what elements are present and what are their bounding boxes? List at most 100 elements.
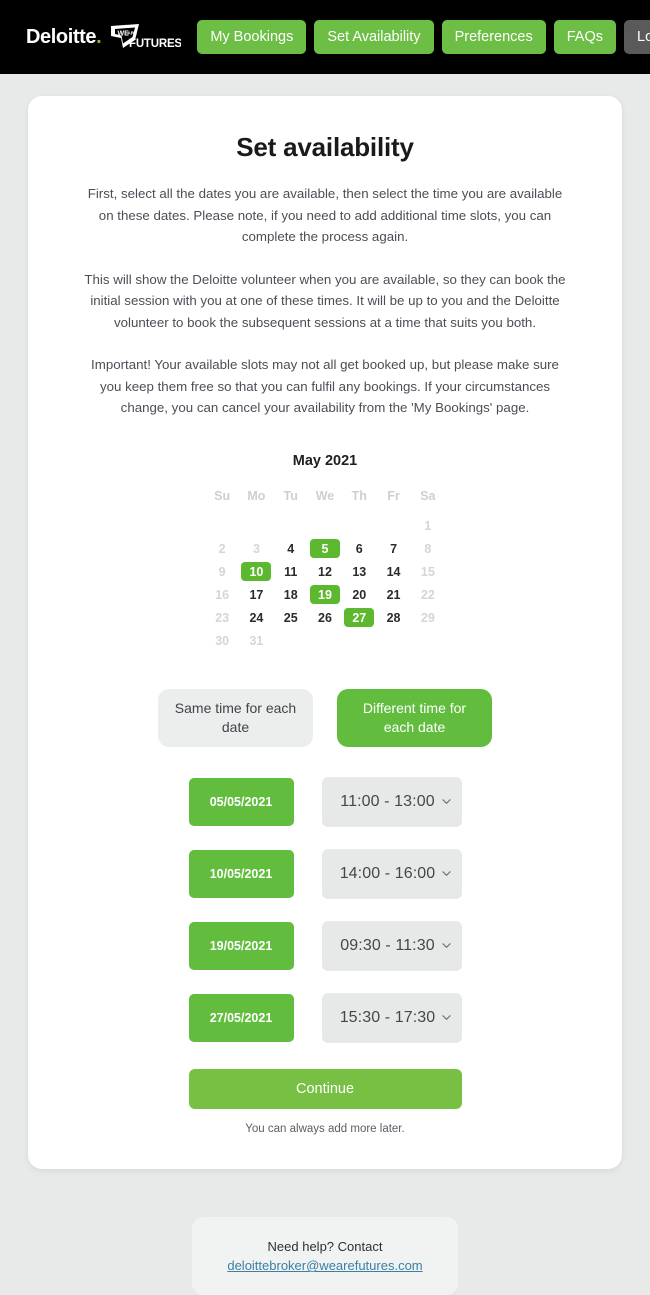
- calendar-day-label: 6: [355, 541, 363, 556]
- slot-time-value: 11:00 - 13:00: [340, 792, 435, 810]
- calendar-day-empty: [274, 631, 308, 651]
- calendar-day-cell[interactable]: 21: [376, 585, 410, 605]
- calendar-day-label: 1: [424, 518, 432, 533]
- calendar-day-cell[interactable]: 17: [239, 585, 273, 605]
- calendar-day-cell[interactable]: 29: [411, 608, 445, 628]
- continue-button[interactable]: Continue: [188, 1068, 462, 1109]
- support-email-link[interactable]: deloittebroker@wearefutures.com: [227, 1258, 422, 1273]
- weekday-header-su: Su: [214, 488, 231, 503]
- calendar-day-empty: [239, 516, 273, 536]
- calendar-day-label: 2: [218, 541, 226, 556]
- calendar-day-label: 20: [352, 587, 367, 602]
- nav-set-availability[interactable]: Set Availability: [314, 19, 434, 55]
- calendar-day-label: 5: [309, 539, 340, 559]
- calendar-day-label: 12: [318, 564, 332, 579]
- calendar-day-cell[interactable]: 26: [308, 608, 342, 628]
- slot-time-value: 09:30 - 11:30: [340, 936, 435, 954]
- calendar-day-cell[interactable]: 11: [274, 562, 308, 582]
- slot-time-value: 14:00 - 16:00: [339, 864, 436, 882]
- slot-date-chip[interactable]: 10/05/2021: [188, 849, 294, 898]
- calendar-day-cell[interactable]: 20: [342, 585, 376, 605]
- slot-date-chip[interactable]: 19/05/2021: [188, 921, 294, 970]
- calendar-day-cell[interactable]: 9: [205, 562, 239, 582]
- slot-time-value: 15:30 - 17:30: [339, 1008, 436, 1026]
- nav-my-bookings[interactable]: My Bookings: [197, 19, 307, 55]
- calendar-day-cell[interactable]: 18: [274, 585, 308, 605]
- calendar-day-label: 4: [287, 541, 295, 556]
- calendar-day-label: 29: [420, 610, 435, 625]
- calendar-day-cell[interactable]: 1: [411, 516, 445, 536]
- nav-preferences[interactable]: Preferences: [441, 19, 546, 55]
- calendar-day-cell[interactable]: 28: [376, 608, 410, 628]
- chevron-down-icon: [441, 941, 451, 950]
- nav-faqs[interactable]: FAQs: [553, 19, 617, 55]
- availability-slot-list: 05/05/2021 11:00 - 13:00 10/05/2021 14:0…: [58, 776, 592, 1043]
- slot-time-select[interactable]: 15:30 - 17:30: [321, 992, 462, 1043]
- calendar-day-cell[interactable]: 13: [342, 562, 376, 582]
- calendar-day-empty: [342, 631, 376, 651]
- weekday-header-fr: Fr: [387, 488, 400, 503]
- calendar-day-cell[interactable]: 3: [239, 539, 273, 559]
- calendar-day-cell[interactable]: 14: [376, 562, 410, 582]
- calendar-day-empty: [376, 516, 410, 536]
- slot-time-select[interactable]: 14:00 - 16:00: [321, 848, 462, 899]
- slot-time-select[interactable]: 11:00 - 13:00: [321, 776, 462, 827]
- calendar-day-cell[interactable]: 4: [274, 539, 308, 559]
- calendar-day-label: 27: [344, 608, 375, 628]
- calendar-day-cell[interactable]: 16: [205, 585, 239, 605]
- nav-links: My Bookings Set Availability Preferences…: [197, 19, 650, 55]
- time-mode-toggle-group: Same time for each date Different time f…: [58, 688, 592, 747]
- calendar-day-cell[interactable]: 30: [205, 631, 239, 651]
- calendar-day-label: 3: [252, 541, 260, 556]
- slot-row: 27/05/2021 15:30 - 17:30: [58, 992, 592, 1043]
- intro-text-block: First, select all the dates you are avai…: [58, 183, 592, 419]
- calendar-day-cell[interactable]: 7: [376, 539, 410, 559]
- calendar-day-cell[interactable]: 19: [308, 585, 342, 605]
- deloitte-wordmark: Deloitte.: [26, 26, 102, 48]
- calendar-day-label: 22: [420, 587, 435, 602]
- calendar-day-label: [310, 631, 340, 650]
- weekday-header-sa: Sa: [420, 488, 436, 503]
- deloitte-name: Deloitte: [26, 26, 97, 48]
- nav-logout[interactable]: Logout: [624, 19, 650, 55]
- calendar-day-cell[interactable]: 31: [239, 631, 273, 651]
- calendar-day-label: 23: [215, 610, 230, 625]
- calendar-day-label: 14: [386, 564, 401, 579]
- slot-date-chip[interactable]: 27/05/2021: [188, 993, 294, 1042]
- calendar-day-empty: [308, 631, 342, 651]
- same-time-for-each-date-button[interactable]: Same time for each date: [158, 688, 313, 747]
- calendar-day-cell[interactable]: 15: [411, 562, 445, 582]
- slot-row: 05/05/2021 11:00 - 13:00: [58, 776, 592, 827]
- calendar-day-cell[interactable]: 8: [411, 539, 445, 559]
- calendar-day-label: 24: [249, 610, 264, 625]
- calendar-day-label: [310, 516, 340, 535]
- calendar-day-cell[interactable]: 24: [239, 608, 273, 628]
- help-prompt-text: Need help? Contact: [267, 1238, 383, 1254]
- availability-calendar: May 2021 Su Mo Tu We Th Fr Sa 1234567891…: [205, 453, 445, 651]
- slot-date-chip[interactable]: 05/05/2021: [188, 777, 294, 826]
- top-navigation-bar: Deloitte. WE ARE FUTURES My Bookings Set…: [0, 0, 650, 74]
- calendar-day-cell[interactable]: 5: [308, 539, 342, 559]
- calendar-day-cell[interactable]: 6: [342, 539, 376, 559]
- calendar-day-cell[interactable]: 2: [205, 539, 239, 559]
- intro-paragraph-2: This will show the Deloitte volunteer wh…: [84, 271, 566, 330]
- calendar-day-cell[interactable]: 10: [239, 562, 273, 582]
- calendar-day-label: 8: [424, 541, 432, 556]
- svg-text:ARE: ARE: [128, 31, 138, 36]
- calendar-day-cell[interactable]: 23: [205, 608, 239, 628]
- calendar-day-cell[interactable]: 22: [411, 585, 445, 605]
- calendar-day-label: 17: [249, 587, 264, 602]
- slot-time-select[interactable]: 09:30 - 11:30: [321, 920, 462, 971]
- calendar-day-cell[interactable]: 27: [342, 608, 376, 628]
- different-time-for-each-date-button[interactable]: Different time for each date: [337, 688, 492, 747]
- calendar-day-label: [413, 631, 443, 650]
- calendar-day-label: 7: [390, 541, 398, 556]
- calendar-day-empty: [274, 516, 308, 536]
- calendar-day-empty: [376, 631, 410, 651]
- slot-row: 19/05/2021 09:30 - 11:30: [58, 920, 592, 971]
- continue-section: Continue You can always add more later.: [58, 1068, 592, 1135]
- calendar-day-cell[interactable]: 25: [274, 608, 308, 628]
- calendar-day-cell[interactable]: 12: [308, 562, 342, 582]
- calendar-day-empty: [205, 516, 239, 536]
- slot-row: 10/05/2021 14:00 - 16:00: [58, 848, 592, 899]
